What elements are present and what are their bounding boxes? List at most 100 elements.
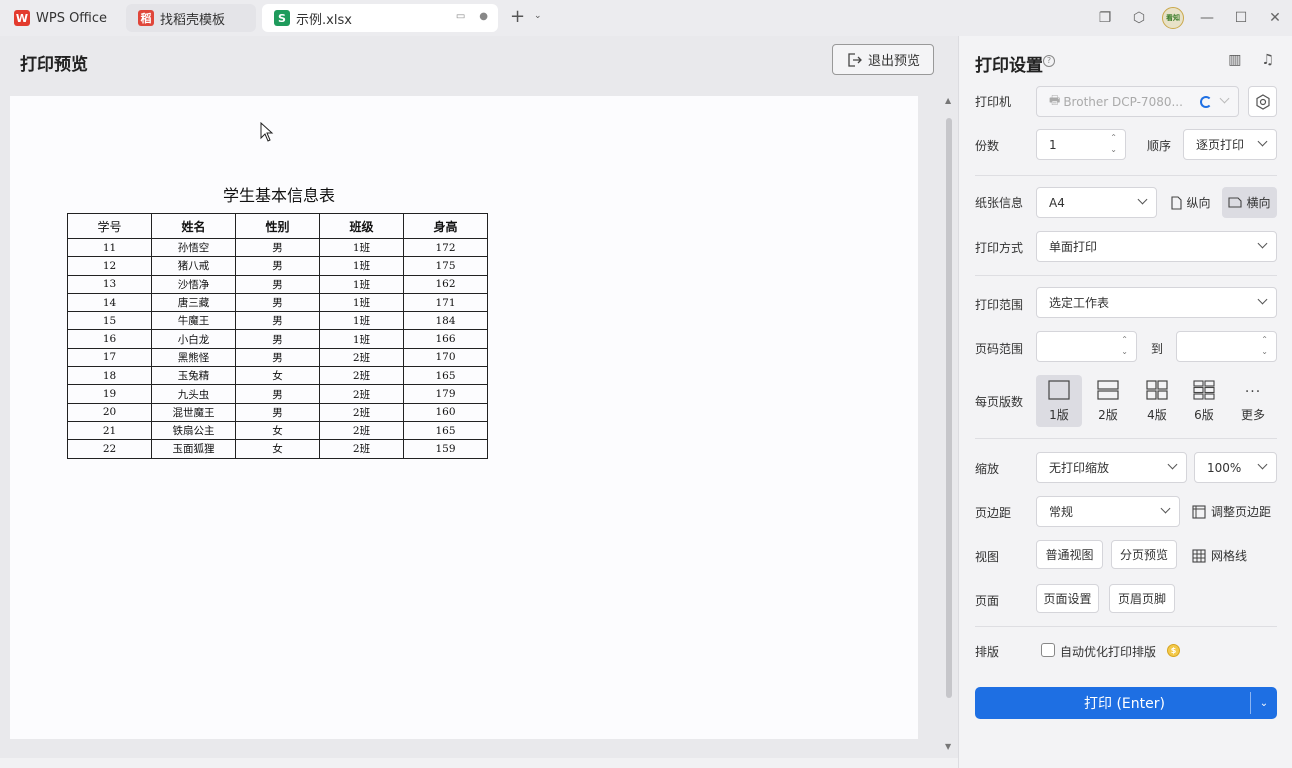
print-settings-panel: 打印设置 ? ▥ ♫ 打印机 🖶 Brother DCP-7080... 份数 … (958, 36, 1292, 768)
page-range-to-input[interactable]: ⌃ ⌄ (1176, 331, 1277, 362)
table-cell: 1班 (319, 292, 404, 313)
table-cell: 165 (403, 420, 488, 441)
page-range-from-input[interactable]: ⌃ ⌄ (1036, 331, 1137, 362)
portrait-label: 纵向 (1186, 196, 1211, 210)
cube-icon[interactable]: ⬡ (1122, 10, 1156, 26)
tab-example-xlsx[interactable]: S 示例.xlsx ▭ ● (262, 4, 498, 32)
table-cell: 162 (403, 274, 488, 294)
table-cell: 女 (235, 366, 320, 386)
option-label: 4版 (1147, 408, 1167, 422)
adjust-margin-label: 调整页边距 (1211, 505, 1272, 519)
chevron-down-icon[interactable]: ⌄ (1251, 698, 1277, 709)
table-cell: 小白龙 (151, 329, 236, 349)
new-tab-plus-icon[interactable]: + (510, 8, 525, 26)
page-break-preview-button[interactable]: 分页预览 (1111, 540, 1177, 569)
vertical-scrollbar[interactable]: ▲ ▼ (944, 96, 954, 756)
table-cell: 1班 (319, 256, 404, 276)
tab-manager-icon[interactable]: ❐ (1088, 10, 1122, 26)
gridline-toggle[interactable]: 网格线 (1192, 547, 1247, 564)
scale-select[interactable]: 无打印缩放 (1036, 452, 1187, 483)
exit-preview-button[interactable]: 退出预览 (832, 44, 934, 75)
order-label: 顺序 (1147, 139, 1172, 153)
table-cell: 1班 (319, 274, 404, 294)
portrait-button[interactable]: 纵向 (1165, 187, 1217, 218)
decrement-icon[interactable]: ⌄ (1121, 346, 1128, 358)
per-page-more-option[interactable]: ··· 更多 (1230, 375, 1276, 427)
table-cell: 2班 (319, 420, 404, 441)
printer-icon: 🖶 (1049, 93, 1061, 107)
increment-icon[interactable]: ⌃ (1261, 334, 1268, 346)
copies-stepper[interactable]: 1 ⌃ ⌄ (1036, 129, 1126, 160)
order-value: 逐页打印 (1196, 138, 1245, 152)
table-body: 11 孙悟空男 1班 172 12 猪八戒男 1班 175 13 沙悟净男 1班 162 14 唐三藏男 1… (67, 237, 488, 459)
print-range-value: 选定工作表 (1049, 296, 1110, 310)
adjust-margin-button[interactable]: 调整页边距 (1192, 503, 1271, 520)
per-page-6-option[interactable]: 6版 (1181, 375, 1227, 427)
minimize-icon[interactable]: — (1190, 10, 1224, 26)
scroll-up-icon[interactable]: ▲ (945, 96, 951, 105)
printer-select[interactable]: 🖶 Brother DCP-7080... (1036, 86, 1239, 117)
table-row: 16 小白龙男 1班 166 (67, 329, 488, 349)
table-cell: 20 (67, 402, 152, 422)
printer-value: Brother DCP-7080... (1063, 94, 1183, 109)
tab-wps-office[interactable]: W WPS Office (0, 4, 118, 32)
unsaved-dot-icon[interactable]: ● (479, 11, 488, 22)
print-mode-select[interactable]: 单面打印 (1036, 231, 1277, 262)
headset-icon[interactable]: ♫ (1261, 52, 1274, 68)
page-range-label: 页码范围 (975, 342, 1024, 356)
table-cell: 男 (235, 347, 320, 368)
layout-icon[interactable]: ▥ (1228, 52, 1241, 68)
table-cell: 混世魔王 (151, 402, 236, 422)
table-cell: 18 (67, 366, 152, 386)
table-row: 14 唐三藏男 1班 171 (67, 292, 488, 313)
column-header: 性别 (235, 213, 320, 239)
printer-properties-button[interactable] (1248, 86, 1277, 117)
print-button[interactable]: 打印 (Enter) ⌄ (975, 687, 1277, 719)
close-icon[interactable]: ✕ (1258, 10, 1292, 26)
table-cell: 170 (403, 347, 488, 368)
margin-select[interactable]: 常规 (1036, 496, 1180, 527)
auto-optimize-checkbox[interactable] (1041, 643, 1055, 657)
divider (975, 438, 1277, 439)
increment-icon[interactable]: ⌃ (1110, 132, 1117, 144)
scroll-thumb[interactable] (946, 118, 952, 698)
window-mode-icon[interactable]: ▭ (456, 11, 465, 22)
tab-label: 示例.xlsx (296, 12, 352, 28)
landscape-icon (1228, 197, 1243, 208)
order-select[interactable]: 逐页打印 (1183, 129, 1277, 160)
per-page-4-option[interactable]: 4版 (1134, 375, 1180, 427)
increment-icon[interactable]: ⌃ (1121, 334, 1128, 346)
paper-size-select[interactable]: A4 (1036, 187, 1157, 218)
zoom-select[interactable]: 100% (1194, 452, 1277, 483)
tab-docer-templates[interactable]: 稻 找稻壳模板 (126, 4, 256, 32)
per-page-2-option[interactable]: 2版 (1085, 375, 1131, 427)
avatar[interactable]: 看知 (1162, 7, 1184, 29)
table-cell: 1班 (319, 329, 404, 349)
table-row: 18 玉兔精女 2班 165 (67, 366, 488, 386)
decrement-icon[interactable]: ⌄ (1110, 144, 1117, 156)
divider (975, 175, 1277, 176)
table-cell: 女 (235, 420, 320, 441)
header-footer-button[interactable]: 页眉页脚 (1109, 584, 1175, 613)
landscape-button[interactable]: 横向 (1222, 187, 1277, 218)
sheet-tab-strip[interactable] (0, 758, 958, 768)
maximize-icon[interactable]: ☐ (1224, 10, 1258, 26)
spreadsheet-icon: S (274, 10, 290, 26)
table-cell: 172 (403, 237, 488, 258)
landscape-label: 横向 (1246, 196, 1271, 210)
divider (975, 626, 1277, 627)
print-range-select[interactable]: 选定工作表 (1036, 287, 1277, 318)
per-page-1-option[interactable]: 1版 (1036, 375, 1082, 427)
normal-view-button[interactable]: 普通视图 (1036, 540, 1103, 569)
scroll-down-icon[interactable]: ▼ (945, 742, 951, 751)
sheet-title: 学生基本信息表 (222, 186, 335, 205)
table-cell: 男 (235, 237, 320, 258)
table-cell: 2班 (319, 402, 404, 422)
help-icon[interactable]: ? (1043, 55, 1055, 67)
four-up-icon (1146, 380, 1168, 400)
page-setup-button[interactable]: 页面设置 (1036, 584, 1099, 613)
table-row: 11 孙悟空男 1班 172 (67, 237, 488, 258)
chevron-down-icon[interactable]: ⌄ (534, 11, 542, 21)
table-cell: 184 (403, 311, 488, 331)
decrement-icon[interactable]: ⌄ (1261, 346, 1268, 358)
